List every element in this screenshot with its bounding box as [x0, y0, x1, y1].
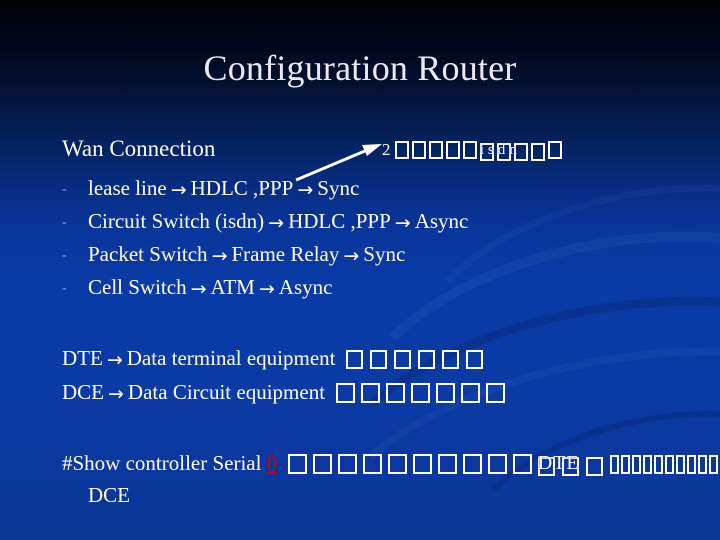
annotation-isdn: 2 isdn	[382, 140, 565, 164]
arrow-right-icon: →	[394, 212, 411, 234]
missing-glyph-box	[385, 383, 405, 403]
missing-glyph-box	[387, 454, 407, 474]
definition-expansion: Data terminal equipment	[126, 346, 336, 370]
bullet-text-c: Sync	[363, 242, 406, 266]
missing-glyph-box	[394, 350, 412, 369]
missing-glyph-box	[437, 454, 457, 474]
tofu-run-trailing	[609, 452, 720, 478]
bullet-text-a: lease line	[88, 176, 167, 200]
bullet-text-c: Async	[278, 275, 333, 299]
arrow-right-icon: →	[297, 179, 314, 201]
arrow-right-icon: →	[170, 179, 187, 201]
missing-glyph-box	[466, 350, 484, 369]
command-line: #Show controller Serial 0 DTE	[62, 450, 720, 480]
arrow-right-icon: →	[258, 278, 275, 300]
missing-glyph-box	[370, 350, 388, 369]
missing-glyph-box	[462, 454, 482, 474]
annotation-number: 2	[382, 140, 391, 159]
tofu-overlap-isdn: isdn	[479, 142, 548, 164]
bullet-marker: -	[62, 248, 67, 263]
missing-glyph-box	[362, 454, 382, 474]
bullet-marker: -	[62, 281, 67, 296]
slide-canvas: Configuration Router Wan Connection 2 is…	[0, 0, 720, 540]
missing-glyph-box	[460, 383, 480, 403]
missing-glyph-box	[547, 141, 562, 159]
missing-glyph-box	[664, 455, 674, 474]
missing-glyph-box	[697, 455, 707, 474]
missing-glyph-box	[418, 350, 436, 369]
missing-glyph-box	[686, 455, 696, 474]
definition-dte: DTE → Data terminal equipment	[62, 345, 490, 373]
bullet-text-b: HDLC ,PPP	[288, 209, 391, 233]
bullet-text-b: ATM	[210, 275, 255, 299]
missing-glyph-box	[653, 455, 663, 474]
missing-glyph-box	[428, 141, 443, 159]
missing-glyph-box	[585, 457, 603, 476]
bullet-item-packet-switch: - Packet Switch → Frame Relay → Sync	[62, 241, 405, 269]
tofu-run-command	[287, 452, 538, 478]
missing-glyph-box	[337, 454, 357, 474]
missing-glyph-box	[675, 455, 685, 474]
bullet-marker: -	[62, 182, 67, 197]
command-prefix: #Show controller Serial	[62, 451, 262, 475]
missing-glyph-box	[346, 350, 364, 369]
bullet-text-a: Circuit Switch (isdn)	[88, 209, 265, 233]
missing-glyph-box	[287, 454, 307, 474]
missing-glyph-box	[442, 350, 460, 369]
missing-glyph-box	[411, 141, 426, 159]
tofu-overlap-dte: DTE	[537, 452, 610, 480]
missing-glyph-box	[485, 383, 505, 403]
missing-glyph-box	[530, 143, 545, 161]
arrow-right-icon: →	[106, 349, 123, 371]
heading-label: Wan Connection	[62, 136, 216, 161]
definition-abbr: DTE	[62, 346, 103, 370]
missing-glyph-box	[335, 383, 355, 403]
missing-glyph-box	[462, 141, 477, 159]
missing-glyph-box	[312, 454, 332, 474]
definition-abbr: DCE	[62, 380, 104, 404]
tofu-run-before	[394, 141, 480, 162]
tofu-run-dte	[346, 347, 490, 373]
missing-glyph-box	[445, 141, 460, 159]
command-port-number: 0	[266, 451, 278, 475]
heading-wan-connection: Wan Connection	[62, 136, 215, 162]
definition-dce: DCE → Data Circuit equipment	[62, 379, 511, 407]
bullet-text-b: HDLC ,PPP	[190, 176, 294, 200]
arrow-right-icon: →	[190, 278, 207, 300]
missing-glyph-box	[435, 383, 455, 403]
missing-glyph-box	[631, 455, 641, 474]
bullet-text-b: Frame Relay	[231, 242, 340, 266]
missing-glyph-box	[512, 454, 532, 474]
bullet-text-a: Packet Switch	[88, 242, 208, 266]
bullet-marker: -	[62, 215, 67, 230]
arrow-right-icon: →	[108, 383, 124, 405]
slide-body: Wan Connection 2 isdn - lease line → HDLC ,…	[0, 0, 720, 540]
missing-glyph-box	[412, 454, 432, 474]
bullet-item-lease-line: - lease line → HDLC ,PPP → Sync	[62, 175, 359, 203]
tofu-run-after	[547, 141, 565, 162]
missing-glyph-box	[708, 455, 718, 474]
overlap-text-dte: DTE	[537, 452, 580, 474]
missing-glyph-box	[360, 383, 380, 403]
bullet-text-c: Sync	[317, 176, 360, 200]
arrow-right-icon: →	[211, 245, 228, 267]
missing-glyph-box	[642, 455, 652, 474]
bullet-text-c: Async	[414, 209, 469, 233]
command-second-line: DCE	[88, 482, 130, 508]
overlap-text-isdn: isdn	[479, 142, 521, 158]
bullet-item-cell-switch: - Cell Switch → ATM → Async	[62, 274, 332, 302]
missing-glyph-box	[620, 455, 630, 474]
tofu-run-dce	[335, 381, 511, 407]
missing-glyph-box	[410, 383, 430, 403]
bullet-item-circuit-switch: - Circuit Switch (isdn) → HDLC ,PPP → Async	[62, 208, 468, 236]
bullet-text-a: Cell Switch	[88, 275, 187, 299]
missing-glyph-box	[394, 141, 409, 159]
definition-expansion: Data Circuit equipment	[127, 380, 326, 404]
missing-glyph-box	[487, 454, 507, 474]
arrow-right-icon: →	[343, 245, 360, 267]
arrow-right-icon: →	[268, 212, 285, 234]
command-second-line-text: DCE	[88, 483, 130, 507]
missing-glyph-box	[609, 455, 619, 474]
